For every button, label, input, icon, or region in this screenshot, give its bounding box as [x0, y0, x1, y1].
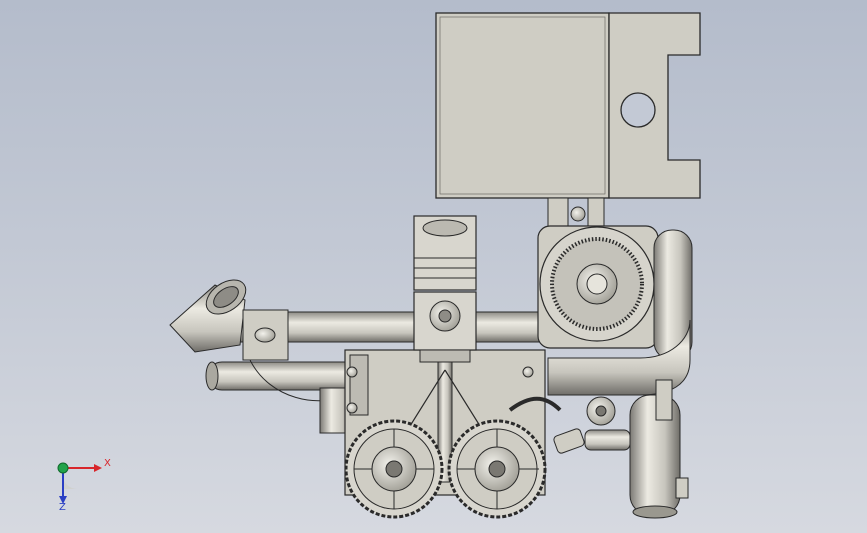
cad-viewport[interactable]: X Z [0, 0, 867, 533]
timing-gear-left[interactable] [344, 419, 444, 519]
fuel-tank[interactable] [435, 12, 701, 199]
timing-gear-right[interactable] [447, 419, 547, 519]
engine-assembly-model[interactable] [0, 0, 867, 533]
exhaust-pipe-left[interactable] [205, 359, 369, 434]
intake-elbow-left[interactable] [169, 273, 289, 361]
x-axis-label: X [104, 458, 111, 469]
z-axis-label: Z [59, 502, 66, 513]
y-axis-point [57, 462, 69, 474]
fan-housing[interactable] [537, 225, 659, 349]
